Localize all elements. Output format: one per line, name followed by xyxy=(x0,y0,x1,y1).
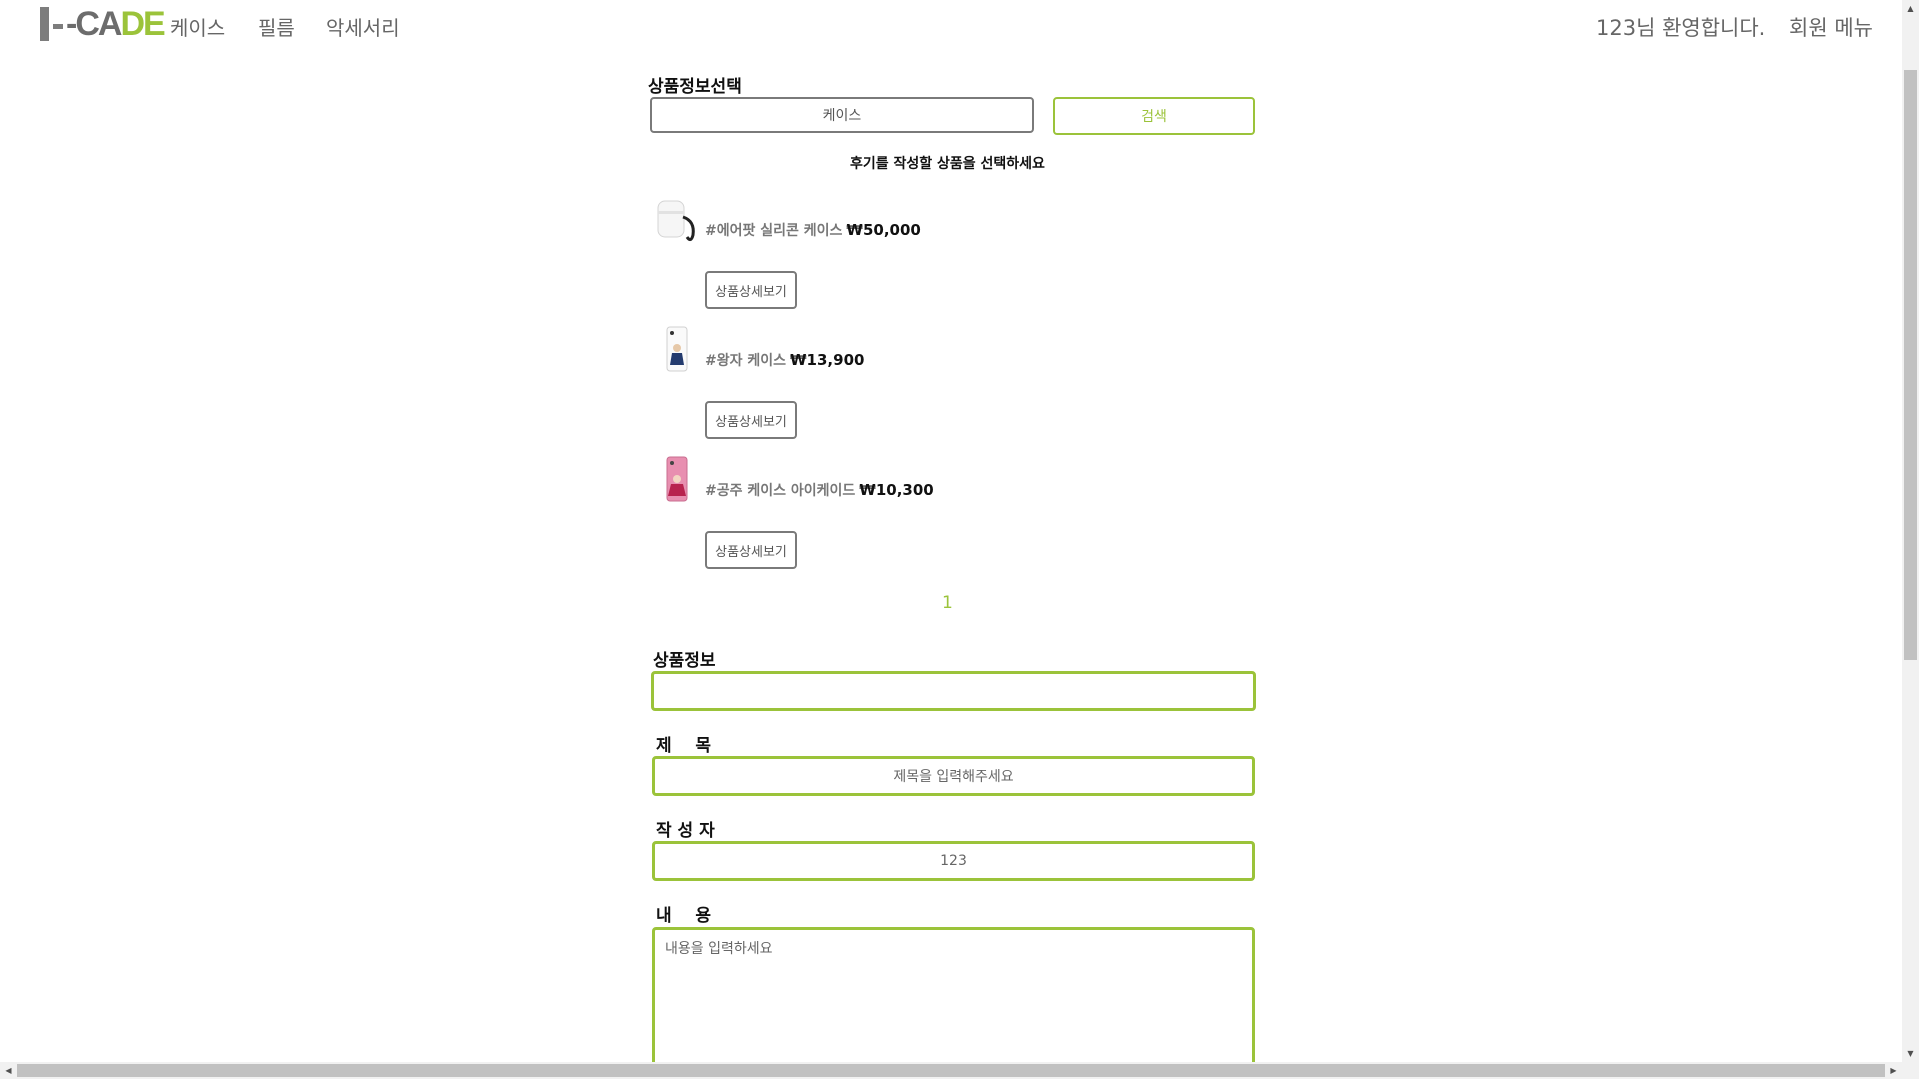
product-price: ₩50,000 xyxy=(846,221,921,239)
logo-dash xyxy=(53,23,63,29)
scroll-down-icon[interactable]: ▼ xyxy=(1902,1045,1919,1062)
member-menu-link[interactable]: 회원 메뉴 xyxy=(1789,12,1873,42)
author-label: 작 성 자 xyxy=(656,821,715,841)
product-detail-button[interactable]: 상품상세보기 xyxy=(705,401,797,439)
princess-case-image[interactable] xyxy=(655,455,701,505)
product-price: ₩13,900 xyxy=(790,351,865,369)
product-info-label: 상품정보 xyxy=(653,651,716,671)
logo-text-left: -CA xyxy=(66,5,122,43)
page-number[interactable]: 1 xyxy=(942,593,953,613)
title-input[interactable]: 제목을 입력해주세요 xyxy=(652,756,1255,796)
vertical-scrollbar[interactable]: ▲ ▼ xyxy=(1902,0,1919,1079)
product-name: #에어팟 실리콘 케이스 ₩50,000 xyxy=(705,221,921,239)
airpods-case-image[interactable] xyxy=(655,195,701,245)
logo-text-right: DE xyxy=(120,5,165,43)
select-instruction: 후기를 작성할 상품을 선택하세요 xyxy=(850,156,1045,172)
product-name: #공주 케이스 아이케이드 ₩10,300 xyxy=(705,481,934,499)
horizontal-scroll-thumb[interactable] xyxy=(17,1064,1885,1077)
product-select-title: 상품정보선택 xyxy=(648,77,742,97)
product-name: #왕자 케이스 ₩13,900 xyxy=(705,351,865,369)
product-info-field[interactable] xyxy=(651,671,1256,711)
welcome-text: 123님 환영합니다. xyxy=(1596,16,1766,40)
nav-item-accessory[interactable]: 악세서리 xyxy=(326,12,400,41)
category-search-input[interactable]: 케이스 xyxy=(650,97,1034,133)
content-textarea[interactable]: 내용을 입력하세요 xyxy=(652,927,1255,1067)
nav-item-case[interactable]: 케이스 xyxy=(170,12,225,41)
scroll-up-icon[interactable]: ▲ xyxy=(1902,0,1919,17)
title-label: 제 목 xyxy=(656,736,711,756)
vertical-scroll-thumb[interactable] xyxy=(1904,70,1917,660)
logo[interactable]: -CA DE xyxy=(40,4,166,44)
horizontal-scrollbar[interactable]: ◀ ▶ xyxy=(0,1062,1902,1079)
author-input[interactable]: 123 xyxy=(652,841,1255,881)
top-nav: -CA DE 케이스 필름 악세서리 123님 환영합니다. 회원 메뉴 xyxy=(0,0,1902,52)
search-button[interactable]: 검색 xyxy=(1053,97,1255,135)
product-detail-button[interactable]: 상품상세보기 xyxy=(705,531,797,569)
content-label: 내 용 xyxy=(656,906,711,926)
product-price: ₩10,300 xyxy=(859,481,934,499)
scroll-left-icon[interactable]: ◀ xyxy=(0,1062,17,1079)
logo-bar xyxy=(40,7,49,41)
product-detail-button[interactable]: 상품상세보기 xyxy=(705,271,797,309)
nav-item-film[interactable]: 필름 xyxy=(258,12,295,41)
prince-case-image[interactable] xyxy=(655,325,701,375)
scroll-right-icon[interactable]: ▶ xyxy=(1885,1062,1902,1079)
